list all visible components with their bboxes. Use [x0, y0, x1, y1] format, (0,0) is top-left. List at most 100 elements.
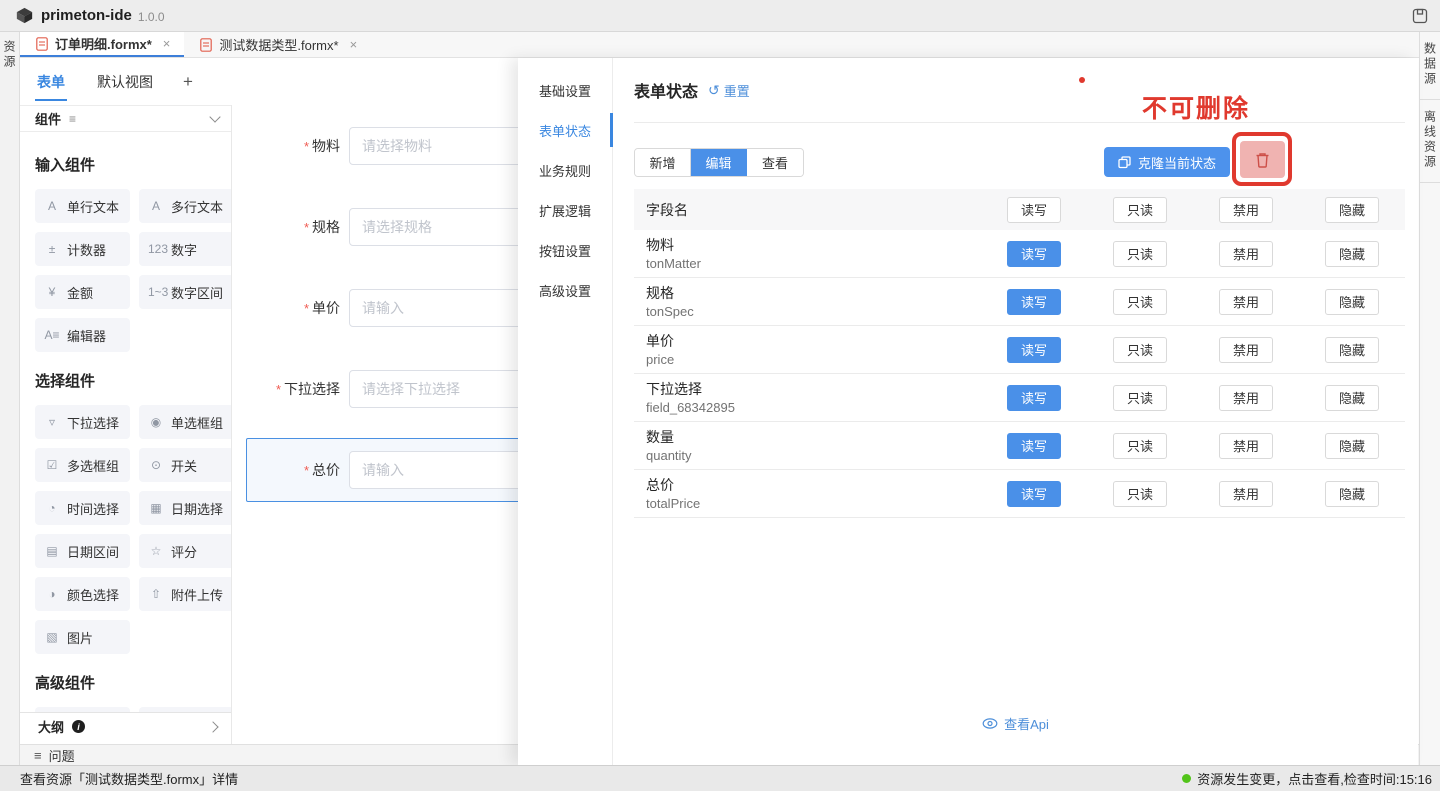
palette-header[interactable]: 组件 ≡: [20, 105, 231, 132]
mode-hidden-button[interactable]: 隐藏: [1325, 481, 1379, 507]
palette-item-attachment-upload[interactable]: ⇧附件上传: [139, 577, 232, 611]
field-name: 单价: [646, 332, 981, 351]
mode-readwrite-button[interactable]: 读写: [1007, 337, 1061, 363]
star-icon: ☆: [148, 544, 164, 558]
mode-hidden-button[interactable]: 隐藏: [1325, 337, 1379, 363]
mode-hidden-button[interactable]: 隐藏: [1325, 289, 1379, 315]
mode-readwrite-button[interactable]: 读写: [1007, 385, 1061, 411]
menu-item-business-rules[interactable]: 业务规则: [518, 150, 612, 190]
single-line-text-icon: A: [44, 199, 60, 213]
palette-item-radio-group[interactable]: ◉单选框组: [139, 405, 232, 439]
mode-readwrite-button[interactable]: 读写: [1007, 433, 1061, 459]
menu-item-extension-logic[interactable]: 扩展逻辑: [518, 190, 612, 230]
status-right[interactable]: 资源发生变更，点击查看,检查时间:15:16: [1182, 769, 1432, 788]
column-header-field-name: 字段名: [634, 200, 981, 220]
left-rail-resources[interactable]: 资源: [1, 40, 18, 70]
mode-readonly-button[interactable]: 只读: [1113, 289, 1167, 315]
menu-item-form-state[interactable]: 表单状态: [518, 110, 612, 150]
status-left-text[interactable]: 查看资源「测试数据类型.formx」详情: [20, 769, 238, 788]
palette-item-dropdown[interactable]: ▿下拉选择: [35, 405, 130, 439]
palette-item-single-line-text[interactable]: A单行文本: [35, 189, 130, 223]
table-row: 单价price 读写 只读 禁用 隐藏: [634, 326, 1405, 374]
number-icon: 123: [148, 242, 164, 256]
mode-disabled-button[interactable]: 禁用: [1219, 481, 1273, 507]
header-mode-readwrite-button[interactable]: 读写: [1007, 197, 1061, 223]
tab-form[interactable]: 表单: [35, 59, 67, 105]
field-label: *规格: [232, 217, 340, 237]
palette-item-counter[interactable]: ±计数器: [35, 232, 130, 266]
right-rail-offline-resources[interactable]: 离线资源: [1420, 100, 1440, 183]
mode-readonly-button[interactable]: 只读: [1113, 337, 1167, 363]
mode-disabled-button[interactable]: 禁用: [1219, 433, 1273, 459]
state-tab-view[interactable]: 查看: [747, 149, 803, 176]
mode-readonly-button[interactable]: 只读: [1113, 433, 1167, 459]
mode-readwrite-button[interactable]: 读写: [1007, 241, 1061, 267]
delete-state-button[interactable]: [1240, 141, 1285, 178]
mode-disabled-button[interactable]: 禁用: [1219, 385, 1273, 411]
add-view-button[interactable]: +: [183, 72, 193, 92]
view-api-link[interactable]: 查看Api: [613, 714, 1418, 733]
table-row: 总价totalPrice 读写 只读 禁用 隐藏: [634, 470, 1405, 518]
palette-item-number[interactable]: 123数字: [139, 232, 232, 266]
reset-button[interactable]: ↺ 重置: [708, 81, 750, 100]
close-icon[interactable]: ×: [350, 37, 358, 52]
menu-lines-icon: ≡: [69, 112, 76, 126]
menu-item-button-settings[interactable]: 按钮设置: [518, 230, 612, 270]
calendar-icon: ▦: [148, 501, 164, 515]
header-mode-readonly-button[interactable]: 只读: [1113, 197, 1167, 223]
file-tab-order-detail[interactable]: 订单明细.formx* ×: [20, 32, 184, 57]
divider: [634, 122, 1405, 123]
palette-item-switch[interactable]: ⊙开关: [139, 448, 232, 482]
palette-item-editor[interactable]: A≡编辑器: [35, 318, 130, 352]
reset-icon: ↺: [708, 82, 720, 99]
mode-disabled-button[interactable]: 禁用: [1219, 241, 1273, 267]
file-tab-test-datatypes[interactable]: 测试数据类型.formx* ×: [184, 32, 371, 57]
mode-readonly-button[interactable]: 只读: [1113, 481, 1167, 507]
mode-hidden-button[interactable]: 隐藏: [1325, 385, 1379, 411]
header-mode-disabled-button[interactable]: 禁用: [1219, 197, 1273, 223]
mode-readwrite-button[interactable]: 读写: [1007, 289, 1061, 315]
radio-group-icon: ◉: [148, 415, 164, 429]
palette-item-date-range[interactable]: ▤日期区间: [35, 534, 130, 568]
required-mark: *: [304, 301, 309, 316]
mode-hidden-button[interactable]: 隐藏: [1325, 433, 1379, 459]
save-icon[interactable]: [1412, 8, 1428, 24]
palette-item-time-picker[interactable]: ◔时间选择: [35, 491, 130, 525]
chevron-right-icon[interactable]: [207, 721, 218, 732]
chevron-down-icon[interactable]: [209, 111, 220, 122]
mode-readonly-button[interactable]: 只读: [1113, 385, 1167, 411]
clone-current-state-button[interactable]: 克隆当前状态: [1104, 147, 1230, 177]
state-tab-add[interactable]: 新增: [635, 149, 691, 176]
palette-body: 输入组件 A单行文本 A多行文本 ±计数器 123数字 ¥金额 1~3数字区间 …: [20, 132, 231, 717]
header-mode-hidden-button[interactable]: 隐藏: [1325, 197, 1379, 223]
section-title-select: 选择组件: [35, 370, 231, 391]
mode-readwrite-button[interactable]: 读写: [1007, 481, 1061, 507]
info-icon: i: [72, 720, 85, 733]
outline-section[interactable]: 大纲 i: [20, 712, 231, 740]
formx-file-icon: [200, 38, 212, 52]
settings-drawer: 基础设置 表单状态 业务规则 扩展逻辑 按钮设置 高级设置 表单状态 ↺ 重置 …: [518, 58, 1418, 765]
form-state-panel: 表单状态 ↺ 重置 新增 编辑 查看 克隆当前状态: [613, 58, 1418, 765]
palette-item-rating[interactable]: ☆评分: [139, 534, 232, 568]
palette-item-image[interactable]: ▧图片: [35, 620, 130, 654]
palette-item-color-picker[interactable]: ◑颜色选择: [35, 577, 130, 611]
menu-item-advanced-settings[interactable]: 高级设置: [518, 270, 612, 310]
close-icon[interactable]: ×: [163, 36, 171, 51]
tab-default-view[interactable]: 默认视图: [95, 59, 155, 105]
palette-item-amount[interactable]: ¥金额: [35, 275, 130, 309]
palette-item-date-picker[interactable]: ▦日期选择: [139, 491, 232, 525]
palette-item-multi-line-text[interactable]: A多行文本: [139, 189, 232, 223]
mode-readonly-button[interactable]: 只读: [1113, 241, 1167, 267]
outline-label: 大纲: [38, 717, 64, 736]
settings-menu: 基础设置 表单状态 业务规则 扩展逻辑 按钮设置 高级设置: [518, 58, 613, 765]
mode-disabled-button[interactable]: 禁用: [1219, 337, 1273, 363]
state-tab-edit[interactable]: 编辑: [691, 149, 747, 176]
menu-item-basic-settings[interactable]: 基础设置: [518, 70, 612, 110]
right-rail-datasource[interactable]: 数据源: [1420, 32, 1440, 100]
palette-item-checkbox-group[interactable]: ☑多选框组: [35, 448, 130, 482]
palette-grid-input: A单行文本 A多行文本 ±计数器 123数字 ¥金额 1~3数字区间 A≡编辑器: [35, 189, 231, 352]
mode-hidden-button[interactable]: 隐藏: [1325, 241, 1379, 267]
palette-item-number-range[interactable]: 1~3数字区间: [139, 275, 232, 309]
mode-disabled-button[interactable]: 禁用: [1219, 289, 1273, 315]
field-label: *单价: [232, 298, 340, 318]
